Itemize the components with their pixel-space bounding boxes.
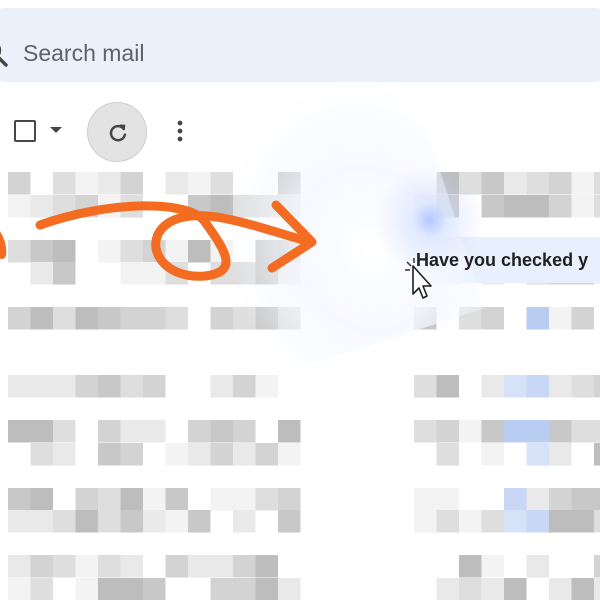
orange-arrow-annotation [0,200,317,281]
arrow-tail-mark [0,231,7,259]
cursor-icon [405,258,432,299]
